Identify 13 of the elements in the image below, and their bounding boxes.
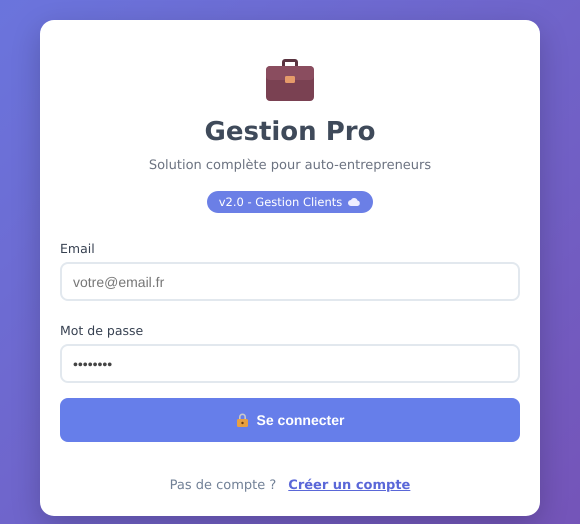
signup-prompt: Pas de compte ? (170, 478, 276, 493)
signup-link[interactable]: Créer un compte (288, 478, 410, 493)
field-label: Email (60, 241, 96, 256)
password-field[interactable]: •••••••• (60, 344, 520, 383)
login-button[interactable]: Se connecter (60, 398, 520, 442)
app-title: Gestion Pro (204, 116, 376, 148)
email-field[interactable]: votre@email.fr (60, 262, 520, 301)
field-label: Mot de passe (60, 323, 144, 338)
app-subtitle: Solution complète pour auto-entrepreneurs (148, 158, 432, 173)
cloud-icon (348, 198, 362, 206)
lock-icon (236, 413, 249, 427)
briefcase-icon (265, 58, 315, 102)
version-badge: v2.0 - Gestion Clients (206, 191, 374, 213)
